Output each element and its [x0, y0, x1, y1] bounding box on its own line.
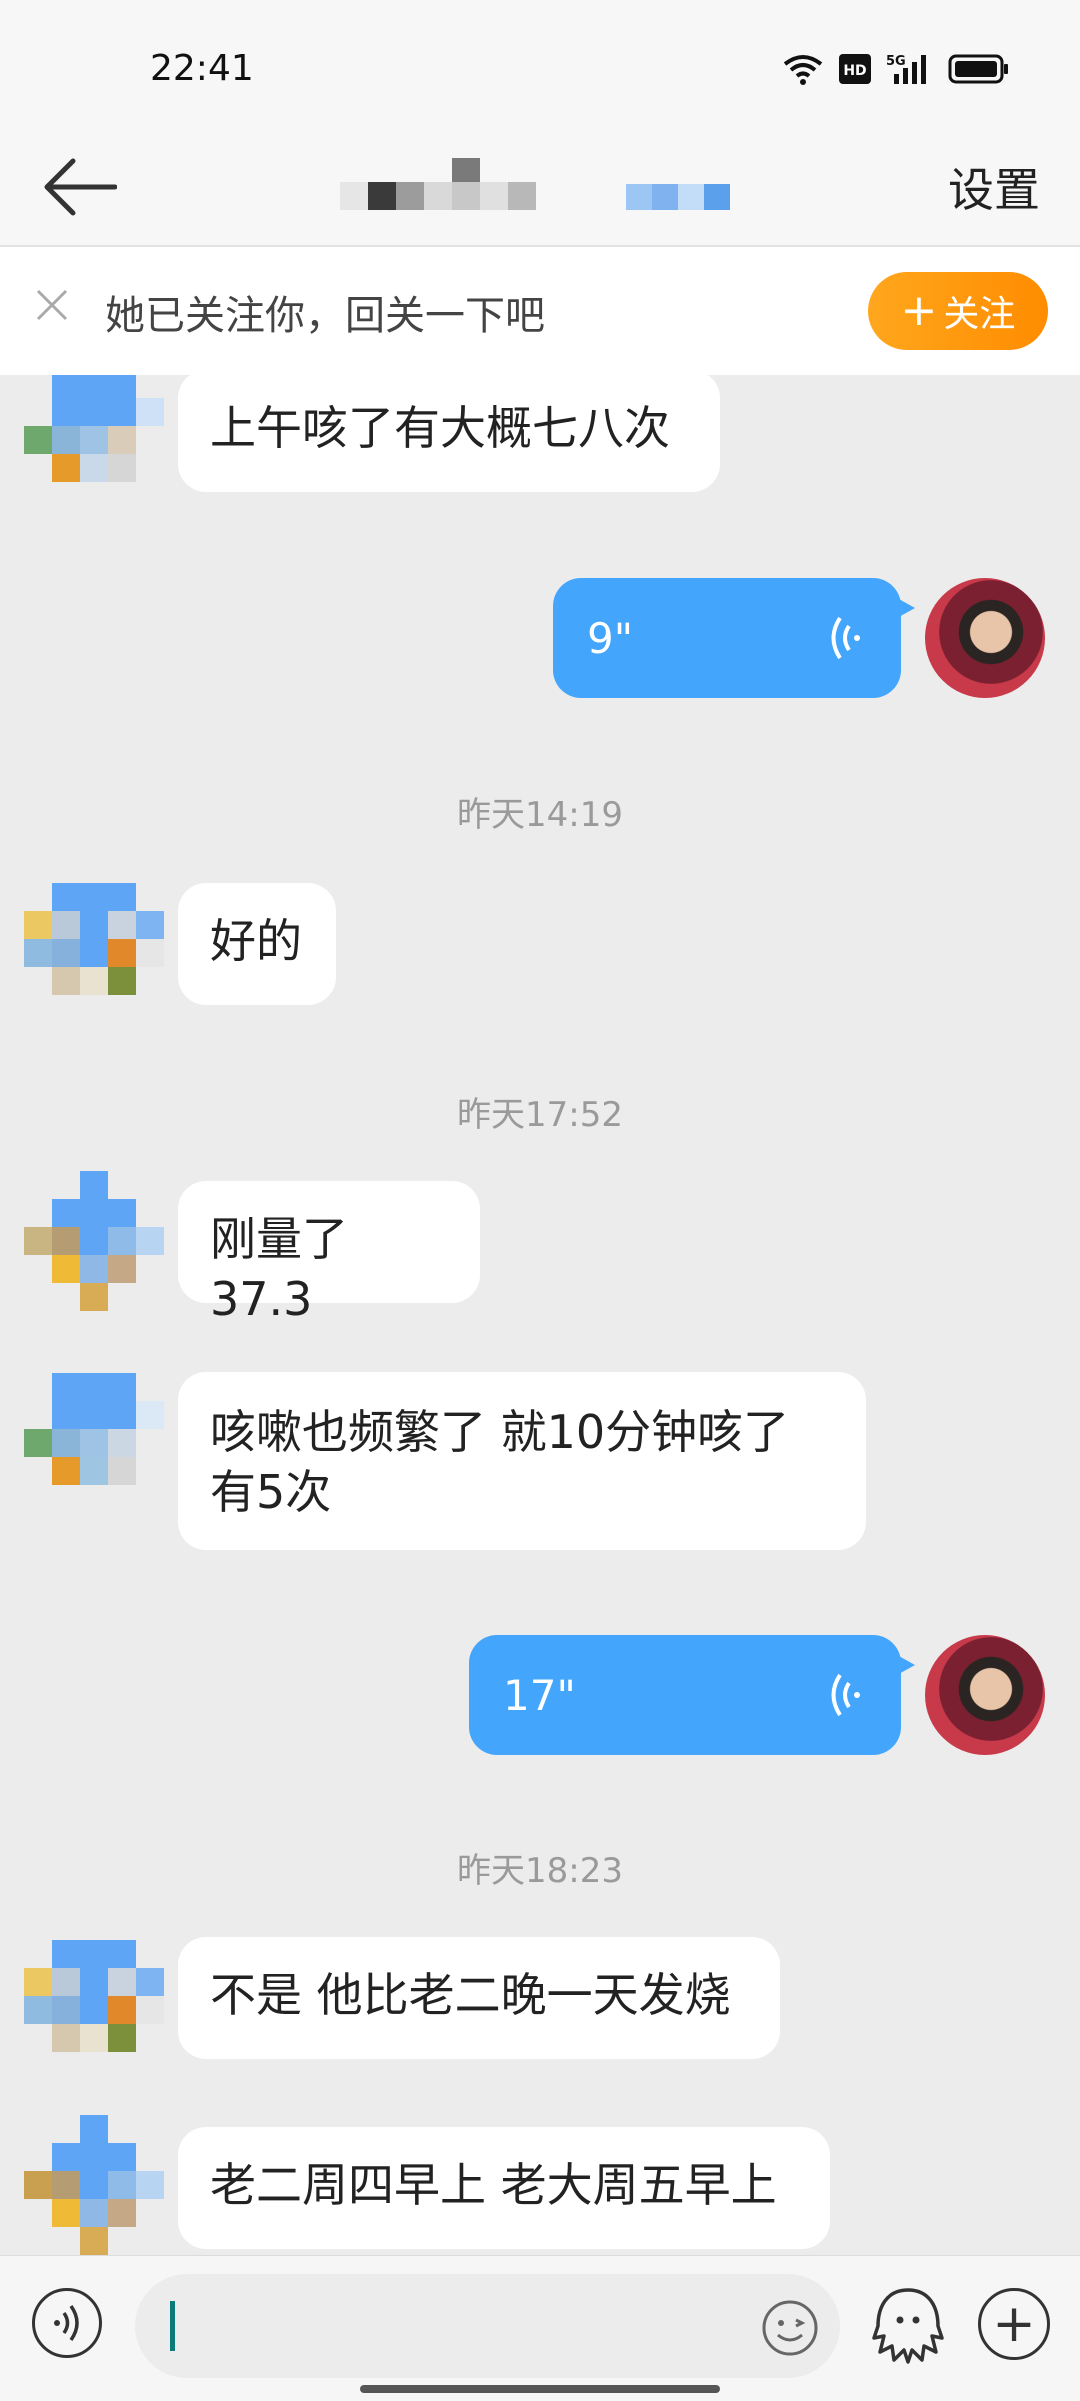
message-bubble[interactable]: 老二周四早上 老大周五早上	[178, 2127, 830, 2249]
message-bubble[interactable]: 上午咳了有大概七八次	[178, 375, 720, 492]
settings-button[interactable]: 设置	[948, 154, 1040, 220]
plus-icon: +	[992, 2294, 1036, 2354]
voice-duration: 17"	[503, 1670, 576, 1720]
contact-name-redacted	[340, 158, 730, 210]
more-options-button[interactable]: +	[978, 2288, 1050, 2360]
message-list[interactable]: 上午咳了有大概七八次 9" 昨天14:19 好的 昨天17:52 刚量了37.3	[0, 375, 1080, 2255]
svg-text:5G: 5G	[886, 54, 906, 69]
follow-button[interactable]: + 关注	[868, 272, 1048, 350]
timestamp: 昨天18:23	[457, 1851, 623, 1891]
contact-avatar[interactable]	[24, 883, 164, 1023]
voice-duration: 9"	[587, 613, 634, 663]
wifi-icon	[783, 55, 823, 85]
voice-message-bubble[interactable]: 17"	[469, 1635, 915, 1755]
follow-banner: 她已关注你，回关一下吧 + 关注	[0, 247, 1080, 375]
follow-prompt-text: 她已关注你，回关一下吧	[105, 293, 545, 339]
contact-avatar[interactable]	[24, 1171, 164, 1311]
timestamp: 昨天14:19	[457, 795, 623, 835]
input-bar: +	[0, 2255, 1080, 2401]
contact-avatar[interactable]	[24, 2115, 164, 2255]
my-avatar[interactable]	[925, 578, 1045, 698]
status-icons: HD 5G	[782, 52, 1010, 86]
home-indicator	[360, 2385, 720, 2393]
message-bubble[interactable]: 刚量了37.3	[178, 1181, 480, 1326]
text-cursor	[170, 2301, 175, 2351]
arrow-left-icon	[44, 158, 117, 216]
back-button[interactable]	[40, 152, 120, 222]
message-bubble[interactable]: 咳嗽也频繁了 就10分钟咳了有5次	[178, 1372, 866, 1550]
plus-icon: +	[900, 285, 938, 336]
voice-wave-icon	[831, 616, 860, 660]
voice-input-button[interactable]	[32, 2288, 102, 2358]
timestamp: 昨天17:52	[457, 1095, 623, 1135]
follow-button-label: 关注	[943, 294, 1016, 335]
close-icon[interactable]	[32, 285, 72, 325]
contact-avatar[interactable]	[24, 1373, 164, 1513]
contact-avatar[interactable]	[24, 375, 164, 510]
hd-icon: HD	[839, 54, 871, 84]
battery-icon	[948, 54, 1008, 84]
voice-wave-icon	[831, 1673, 860, 1717]
message-input[interactable]	[135, 2274, 840, 2378]
status-bar: 22:41 HD 5G	[0, 0, 1080, 140]
voice-icon	[54, 2304, 79, 2342]
5g-signal-icon: 5G	[886, 54, 926, 84]
message-bubble[interactable]: 不是 他比老二晚一天发烧	[178, 1937, 780, 2059]
emoji-icon[interactable]	[760, 2298, 820, 2358]
sticker-ghost-icon[interactable]	[870, 2286, 946, 2366]
contact-avatar[interactable]	[24, 1940, 164, 2080]
status-time: 22:41	[150, 48, 254, 89]
message-bubble[interactable]: 好的	[178, 883, 336, 1005]
my-avatar[interactable]	[925, 1635, 1045, 1755]
voice-message-bubble[interactable]: 9"	[553, 578, 915, 698]
chat-header: 设置	[0, 140, 1080, 247]
svg-text:HD: HD	[843, 63, 866, 79]
